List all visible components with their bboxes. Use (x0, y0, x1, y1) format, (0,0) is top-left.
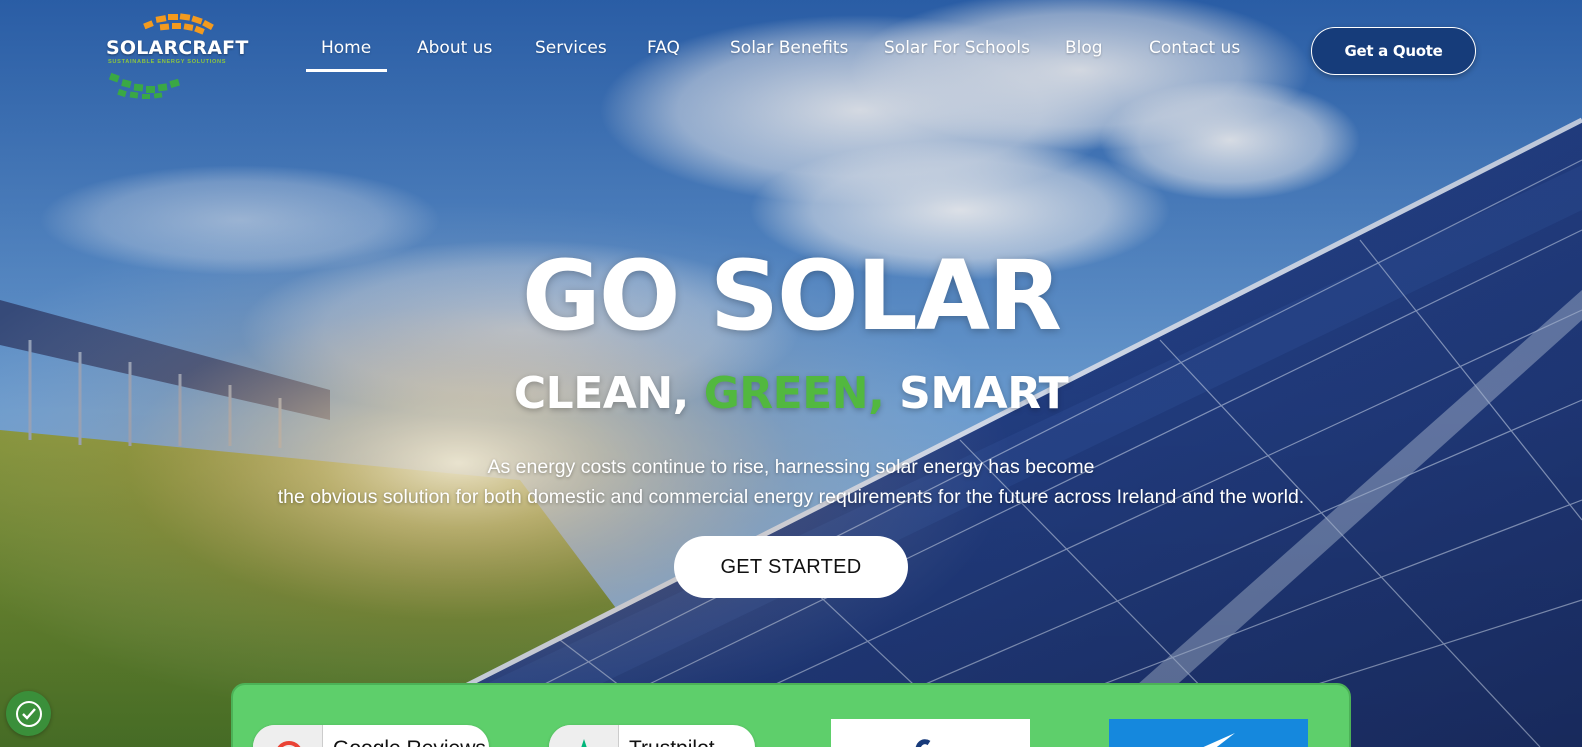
nav-about-us[interactable]: About us (417, 38, 492, 58)
cookie-settings-button[interactable] (6, 691, 51, 736)
trustpilot-badge[interactable]: Trustpilot (549, 725, 755, 747)
logo-tagline: SUSTAINABLE ENERGY SOLUTIONS (108, 59, 227, 65)
trustpilot-label: Trustpilot (629, 737, 715, 747)
nav-contact-us[interactable]: Contact us (1149, 38, 1240, 58)
partner-badge-2[interactable] (1109, 719, 1308, 747)
trustpilot-star-icon (549, 725, 619, 747)
google-reviews-badge[interactable]: Google Reviews (253, 725, 489, 747)
hero-description: As energy costs continue to rise, harnes… (0, 452, 1582, 512)
reviews-strip: Google Reviews Trustpilot (231, 683, 1351, 747)
nav-services[interactable]: Services (535, 38, 607, 58)
hero-title: GO SOLAR (522, 240, 1062, 352)
google-reviews-label: Google Reviews (333, 737, 486, 747)
partner-badge-1[interactable] (831, 719, 1030, 747)
subtitle-green: GREEN, (703, 368, 885, 419)
nav-solar-for-schools[interactable]: Solar For Schools (884, 38, 1030, 58)
hero-subtitle: CLEAN, GREEN, SMART (0, 368, 1582, 420)
subtitle-smart: SMART (884, 368, 1069, 419)
logo-wordmark: SOLARCRAFT (106, 37, 249, 59)
nav-home[interactable]: Home (305, 38, 388, 72)
subtitle-clean: CLEAN, (513, 368, 704, 419)
nav-solar-benefits[interactable]: Solar Benefits (730, 38, 848, 58)
nav-blog[interactable]: Blog (1065, 38, 1103, 58)
partner-check-icon (1203, 733, 1235, 747)
cookie-settings-icon (15, 700, 42, 727)
partner-logo-icon (915, 739, 931, 747)
nav-faq[interactable]: FAQ (647, 38, 680, 58)
get-started-button[interactable]: GET STARTED (674, 536, 908, 598)
solarcraft-logo[interactable]: SOLARCRAFT SUSTAINABLE ENERGY SOLUTIONS (98, 12, 248, 100)
hero-description-line-2: the obvious solution for both domestic a… (277, 486, 1305, 508)
hero-description-line-1: As energy costs continue to rise, harnes… (487, 456, 1095, 478)
get-a-quote-button[interactable]: Get a Quote (1311, 27, 1476, 75)
google-icon (253, 725, 323, 747)
